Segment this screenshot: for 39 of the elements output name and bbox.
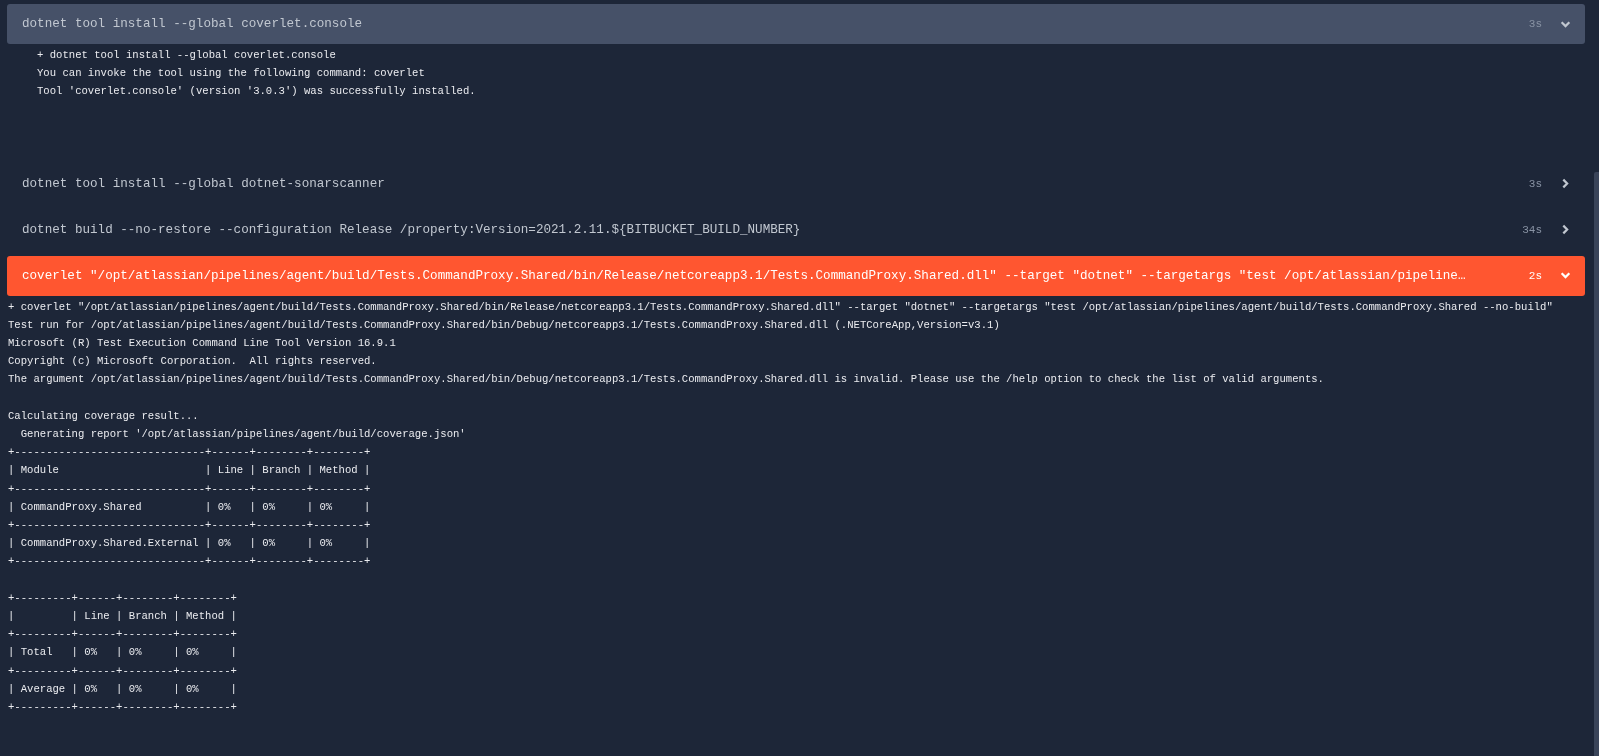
log-line: Test run for /opt/atlassian/pipelines/agent/build/Tests.CommandProxy.Shared/bin/Debug/netcoreapp3.1/Tests.CommandProxy.Shared.dll (.NETCoreApp,Version=v3.1) xyxy=(8,317,1000,333)
step-duration: 3s xyxy=(1528,18,1542,30)
log-line: +---------+------+--------+--------+ xyxy=(8,700,237,716)
log-line: | CommandProxy.Shared | 0% | 0% | 0% | xyxy=(8,499,371,515)
step-header[interactable]: dotnet tool install --global coverlet.console 3s xyxy=(7,4,1585,44)
chevron-right-icon[interactable] xyxy=(1560,178,1571,190)
step-header[interactable]: dotnet tool install --global dotnet-sonarscanner 3s xyxy=(7,163,1585,204)
step-command: coverlet "/opt/atlassian/pipelines/agent/build/Tests.CommandProxy.Shared/bin/Release/netcoreapp3.1/Tests.CommandProxy.Shared.dll" --target "dotnet" --targetargs "test /opt/atlassian/pipeline… xyxy=(22,268,1467,283)
step-header[interactable]: dotnet build --no-restore --configuration Release /property:Version=2021.2.11.${BITBUCKET_BUILD_NUMBER} 34s xyxy=(7,209,1585,250)
log-line: +------------------------------+------+--------+--------+ xyxy=(8,481,371,497)
log-line: Generating report '/opt/atlassian/pipelines/agent/build/coverage.json' xyxy=(19,427,466,442)
log-line: You can invoke the tool using the following command: coverlet xyxy=(37,66,425,82)
log-line: Microsoft (R) Test Execution Command Line Tool Version 16.9.1 xyxy=(8,336,396,351)
step-duration: 3s xyxy=(1528,177,1542,190)
step-duration: 2s xyxy=(1528,269,1542,282)
chevron-down-icon[interactable] xyxy=(1560,270,1571,282)
log-line: Calculating coverage result... xyxy=(8,408,199,424)
log-line: + coverlet "/opt/atlassian/pipelines/agent/build/Tests.CommandProxy.Shared/bin/Release/netcoreapp3.1/Tests.CommandProxy.Shared.dll" --target "dotnet" --targetargs "test /opt/atlassian/pipelines/agent/build/Tests.CommandProxy.Shared --no-build" xyxy=(8,299,1553,315)
log-line: +------------------------------+------+--------+--------+ xyxy=(8,554,371,570)
scrollbar[interactable] xyxy=(1594,172,1599,756)
log-line: The argument /opt/atlassian/pipelines/agent/build/Tests.CommandProxy.Shared/bin/Debug/netcoreapp3.1/Tests.CommandProxy.Shared.dll is invalid. Please use the /help option to check the list of valid arguments. xyxy=(8,372,1324,388)
log-line: Copyright (c) Microsoft Corporation. All rights reserved. xyxy=(8,354,377,370)
log-line: Tool 'coverlet.console' (version '3.0.3') was successfully installed. xyxy=(37,84,476,100)
log-line: +------------------------------+------+--------+--------+ xyxy=(8,445,371,461)
log-line: +---------+------+--------+--------+ xyxy=(8,663,237,679)
step-command: dotnet build --no-restore --configuration Release /property:Version=2021.2.11.${BITBUCKET_BUILD_NUMBER} xyxy=(22,222,802,237)
step-command: dotnet tool install --global coverlet.console xyxy=(22,17,364,31)
log-line: +---------+------+--------+--------+ xyxy=(8,590,237,606)
log-line: | CommandProxy.Shared.External | 0% | 0% | 0% | xyxy=(8,536,371,552)
log-line: | Average | 0% | 0% | 0% | xyxy=(8,681,237,697)
log-line: | Total | 0% | 0% | 0% | xyxy=(8,645,237,661)
log-line: | Module | Line | Branch | Method | xyxy=(8,463,371,479)
log-line: + dotnet tool install --global coverlet.console xyxy=(37,48,336,63)
step-duration: 34s xyxy=(1522,223,1542,236)
step-command: dotnet tool install --global dotnet-sonarscanner xyxy=(22,176,386,191)
log-line: | | Line | Branch | Method | xyxy=(8,609,237,625)
log-line: +---------+------+--------+--------+ xyxy=(8,627,237,643)
chevron-right-icon[interactable] xyxy=(1560,224,1571,236)
log-line: +------------------------------+------+--------+--------+ xyxy=(8,518,371,534)
